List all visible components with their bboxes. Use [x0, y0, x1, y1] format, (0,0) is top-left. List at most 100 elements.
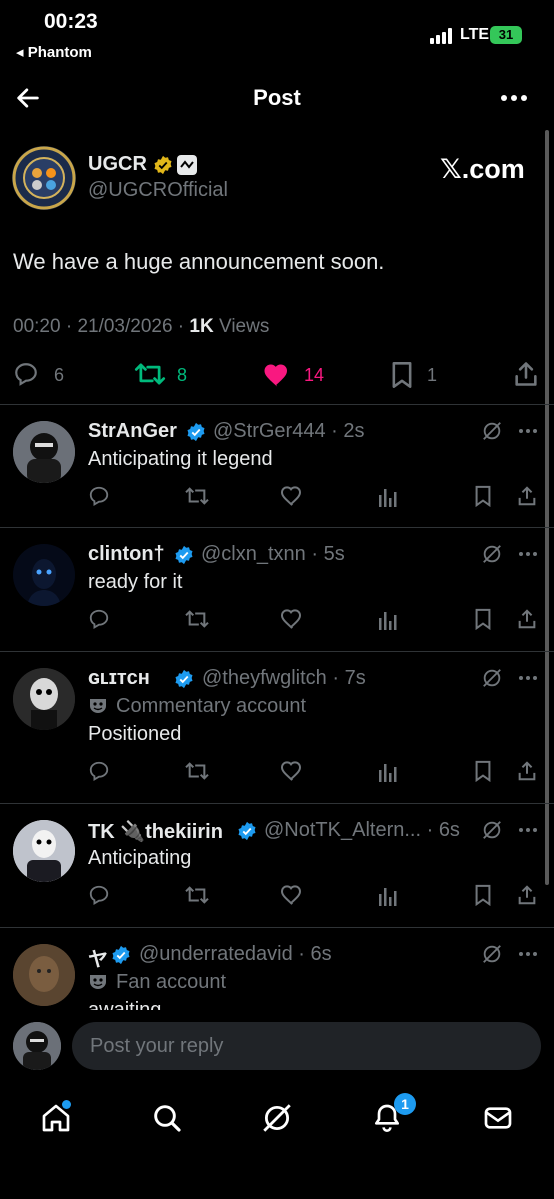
reply-input[interactable]: Post your reply: [72, 1022, 541, 1070]
reply-icon[interactable]: [13, 361, 39, 387]
search-icon[interactable]: [151, 1102, 183, 1134]
analytics-icon[interactable]: [378, 886, 398, 906]
like-icon[interactable]: [262, 360, 292, 388]
bookmark-icon[interactable]: [473, 884, 493, 906]
reply-text: Anticipating it legend: [88, 448, 273, 470]
like-icon[interactable]: [280, 884, 304, 906]
like-icon[interactable]: [280, 608, 304, 630]
author-name[interactable]: UGCR: [88, 153, 147, 176]
reply-avatar[interactable]: [13, 668, 75, 730]
back-app-name: Phantom: [27, 44, 92, 61]
reply-handle: @clxn_txnn: [201, 543, 306, 565]
reply-count: 6: [54, 365, 65, 385]
reply-text: Anticipating: [88, 847, 192, 869]
account-tag: Fan account: [116, 971, 227, 993]
grok-icon[interactable]: [481, 420, 503, 442]
repost-icon[interactable]: [134, 360, 166, 388]
reply-icon[interactable]: [88, 884, 110, 906]
network-type: LTE: [460, 26, 490, 43]
reply-handle: @StrGer444: [213, 420, 326, 442]
share-icon[interactable]: [516, 485, 538, 507]
analytics-icon[interactable]: [378, 487, 398, 507]
bookmark-icon[interactable]: [390, 361, 414, 389]
reply-avatar[interactable]: [13, 944, 75, 1006]
grok-icon[interactable]: [481, 819, 503, 841]
account-tag: Commentary account: [116, 695, 307, 717]
reply-text: ready for it: [88, 571, 183, 593]
more-options-icon[interactable]: [518, 951, 538, 957]
reply-icon[interactable]: [88, 485, 110, 507]
reply-item[interactable]: TK 🔌thekiirin @NotTK_Altern... · 6s Anti…: [0, 804, 554, 926]
share-icon[interactable]: [516, 884, 538, 906]
reply-author-name[interactable]: TK 🔌thekiirin: [88, 819, 223, 844]
bookmark-icon[interactable]: [473, 760, 493, 782]
bookmark-count: 1: [427, 365, 438, 385]
reply-handle-time: @clxn_txnn · 5s: [201, 543, 345, 565]
reply-handle-time: @theyfwglitch · 7s: [202, 667, 366, 689]
post-date: 21/03/2026: [77, 316, 173, 337]
share-icon[interactable]: [516, 608, 538, 630]
more-options-icon[interactable]: [518, 675, 538, 681]
verified-blue-icon: [111, 945, 131, 965]
views-label: Views: [219, 316, 270, 337]
like-icon[interactable]: [280, 760, 304, 782]
notifications-badge: 1: [394, 1093, 416, 1115]
brand-label: 𝕏.com: [440, 154, 525, 184]
analytics-icon[interactable]: [378, 762, 398, 782]
reply-icon[interactable]: [88, 760, 110, 782]
reply-text: Positioned: [88, 723, 182, 745]
grok-icon[interactable]: [481, 667, 503, 689]
more-options-icon[interactable]: [518, 551, 538, 557]
reply-item[interactable]: ヤ @underratedavid · 6s Fan account await…: [0, 928, 554, 1010]
author-handle[interactable]: @UGCROfficial: [88, 179, 228, 202]
tab-bar: 1: [0, 1082, 554, 1199]
more-options-icon[interactable]: [518, 428, 538, 434]
bookmark-icon[interactable]: [473, 485, 493, 507]
more-options-icon[interactable]: [500, 90, 528, 106]
share-icon[interactable]: [516, 760, 538, 782]
repost-icon[interactable]: [184, 884, 210, 906]
reply-icon[interactable]: [88, 608, 110, 630]
affiliate-badge-icon: [177, 155, 197, 175]
repost-icon[interactable]: [184, 485, 210, 507]
repost-icon[interactable]: [184, 608, 210, 630]
reply-placeholder: Post your reply: [90, 1035, 224, 1057]
my-avatar[interactable]: [13, 1022, 61, 1070]
repost-icon[interactable]: [184, 760, 210, 782]
reply-handle-time: @NotTK_Altern... · 6s: [264, 819, 460, 841]
reply-item[interactable]: clinton† @clxn_txnn · 5s ready for it: [0, 528, 554, 650]
more-options-icon[interactable]: [518, 827, 538, 833]
bookmark-icon[interactable]: [473, 608, 493, 630]
reply-item[interactable]: ɢʟɪᴛᴄʜ @theyfwglitch · 7s Commentary acc…: [0, 652, 554, 802]
messages-icon[interactable]: [482, 1102, 514, 1134]
reply-avatar[interactable]: [13, 820, 75, 882]
post-meta: 00:20 · 21/03/2026 · 1K Views: [13, 316, 270, 337]
battery-level: 31: [498, 27, 514, 42]
views-count: 1K: [189, 316, 214, 337]
reply-item[interactable]: StrAnGer @StrGer444 · 2s Anticipating it…: [0, 405, 554, 527]
author-avatar[interactable]: [12, 146, 76, 210]
reply-avatar[interactable]: [13, 544, 75, 606]
grok-icon[interactable]: [481, 943, 503, 965]
share-icon[interactable]: [512, 360, 540, 388]
reply-author-name[interactable]: ヤ: [88, 943, 108, 972]
home-icon[interactable]: [40, 1100, 72, 1134]
reply-author-name[interactable]: StrAnGer: [88, 420, 177, 443]
reply-avatar[interactable]: [13, 421, 75, 483]
automated-mask-icon: [88, 697, 108, 715]
grok-icon[interactable]: [481, 543, 503, 565]
automated-mask-icon: [88, 973, 108, 991]
grok-tab-icon[interactable]: [260, 1101, 294, 1135]
verified-blue-icon: [174, 669, 194, 689]
reply-time: 5s: [323, 543, 345, 565]
reply-author-name[interactable]: clinton†: [88, 543, 165, 566]
reply-handle: @NotTK_Altern...: [264, 819, 422, 841]
back-to-app[interactable]: ◂ Phantom: [16, 43, 92, 61]
like-icon[interactable]: [280, 485, 304, 507]
reply-handle-time: @underratedavid · 6s: [139, 943, 332, 965]
reply-author-name[interactable]: ɢʟɪᴛᴄʜ: [88, 667, 150, 690]
analytics-icon[interactable]: [378, 610, 398, 630]
battery-indicator: 31: [490, 26, 522, 44]
reply-time: 6s: [310, 943, 332, 965]
verified-blue-icon: [174, 545, 194, 565]
